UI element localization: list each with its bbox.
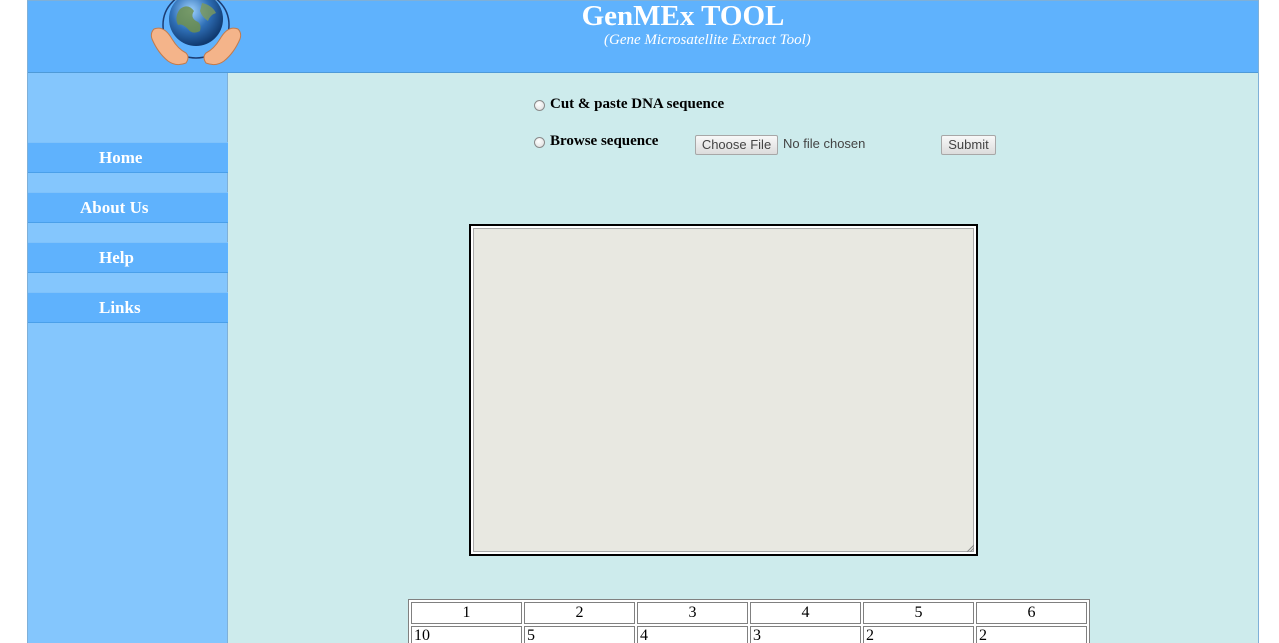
browse-sequence-radio[interactable] <box>534 137 545 148</box>
sidebar-item-label: Links <box>99 298 141 317</box>
repeat-count-table: 1 2 3 4 5 6 10 5 4 3 2 2 <box>408 599 1090 643</box>
browse-sequence-label[interactable]: Browse sequence <box>550 133 658 150</box>
submit-button[interactable]: Submit <box>941 135 996 155</box>
table-cell: 10 <box>411 626 522 643</box>
table-cell: 3 <box>750 626 861 643</box>
table-header-cell: 4 <box>750 602 861 624</box>
sequence-textarea-frame <box>469 224 978 556</box>
table-header-row: 1 2 3 4 5 6 <box>411 602 1087 624</box>
sidebar-item-label: Home <box>99 148 143 167</box>
header-banner: GenMEx TOOL (Gene Microsatellite Extract… <box>28 0 1258 73</box>
sidebar-item-home[interactable]: Home <box>28 142 228 173</box>
sidebar-item-about-us[interactable]: About Us <box>28 192 228 223</box>
choose-file-button[interactable]: Choose File <box>695 135 778 155</box>
table-header-cell: 1 <box>411 602 522 624</box>
sidebar: Home About Us Help Links <box>28 73 228 643</box>
table-cell: 2 <box>863 626 974 643</box>
page-container: GenMEx TOOL (Gene Microsatellite Extract… <box>27 0 1259 643</box>
table-header-cell: 2 <box>524 602 635 624</box>
table-cell: 5 <box>524 626 635 643</box>
table-row: 10 5 4 3 2 2 <box>411 626 1087 643</box>
sequence-textarea[interactable] <box>473 228 974 552</box>
table-header-cell: 6 <box>976 602 1087 624</box>
sidebar-item-links[interactable]: Links <box>28 292 228 323</box>
resize-grip-icon[interactable] <box>966 544 974 552</box>
sidebar-item-label: Help <box>99 248 134 267</box>
table-cell: 4 <box>637 626 748 643</box>
table-header-cell: 5 <box>863 602 974 624</box>
paste-sequence-radio[interactable] <box>534 100 545 111</box>
paste-sequence-label[interactable]: Cut & paste DNA sequence <box>550 96 724 113</box>
file-status-text: No file chosen <box>783 136 866 151</box>
table-cell: 2 <box>976 626 1087 643</box>
page-subtitle: (Gene Microsatellite Extract Tool) <box>604 32 811 48</box>
table-header-cell: 3 <box>637 602 748 624</box>
sidebar-item-help[interactable]: Help <box>28 242 228 273</box>
page-title: GenMEx TOOL <box>581 0 785 32</box>
sidebar-item-label: About Us <box>80 198 149 217</box>
